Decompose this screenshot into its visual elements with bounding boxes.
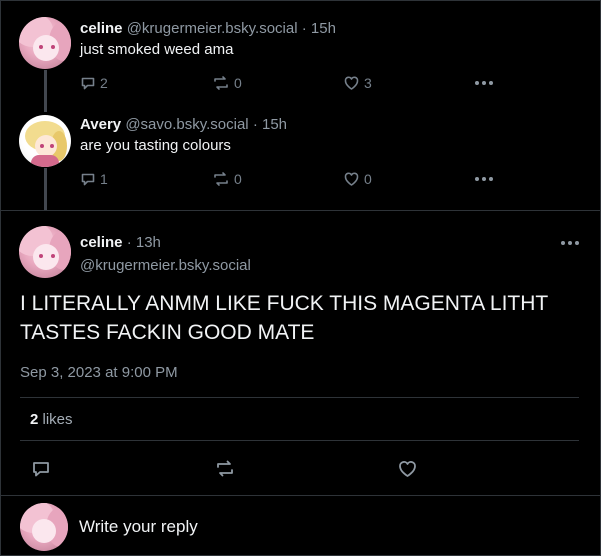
avatar-celine[interactable] (19, 17, 71, 69)
post-time[interactable]: 15h (311, 20, 336, 37)
divider (0, 210, 601, 211)
post-text: are you tasting colours (80, 137, 231, 154)
heart-icon (344, 76, 359, 90)
reply-icon (33, 462, 49, 477)
main-post-header: celine · 13h (80, 234, 161, 251)
divider (20, 397, 579, 398)
more-options-icon[interactable] (475, 177, 493, 181)
author-handle[interactable]: @krugermeier.bsky.social (127, 20, 298, 37)
repost-icon (217, 460, 233, 477)
thread-connector (44, 70, 47, 112)
heart-icon (399, 461, 416, 477)
reply-button[interactable]: 2 (80, 75, 108, 91)
divider (20, 440, 579, 441)
like-count: 0 (364, 171, 372, 187)
thread-connector (44, 168, 47, 210)
more-options-icon[interactable] (561, 241, 579, 245)
like-button[interactable]: 0 (343, 171, 372, 187)
author-name[interactable]: celine (80, 20, 123, 37)
reply-button[interactable]: 1 (80, 171, 108, 187)
author-name[interactable]: Avery (80, 116, 121, 133)
like-button[interactable] (397, 459, 418, 478)
separator: · (301, 20, 307, 37)
likes-label: likes (42, 411, 73, 428)
repost-count: 0 (234, 75, 242, 91)
separator: · (126, 234, 132, 251)
post-time[interactable]: 15h (262, 116, 287, 133)
repost-icon (214, 76, 228, 90)
post-header: celine @krugermeier.bsky.social · 15h (80, 20, 336, 37)
avatar-celine[interactable] (19, 226, 71, 278)
separator: · (252, 116, 258, 133)
like-count: 3 (364, 75, 372, 91)
avatar-avery[interactable] (19, 115, 71, 167)
heart-icon (344, 172, 359, 186)
repost-button[interactable]: 0 (212, 171, 242, 187)
my-avatar (20, 503, 68, 551)
post-header: Avery @savo.bsky.social · 15h (80, 116, 287, 133)
author-handle[interactable]: @savo.bsky.social (125, 116, 248, 133)
repost-icon (214, 172, 228, 186)
more-options-icon[interactable] (475, 81, 493, 85)
post-date: Sep 3, 2023 at 9:00 PM (20, 364, 178, 381)
reply-input[interactable]: Write your reply (79, 517, 198, 537)
reply-icon (81, 77, 95, 90)
main-post-text: I LITERALLY ANMM LIKE FUCK THIS MAGENTA … (20, 292, 548, 344)
repost-button[interactable]: 0 (212, 75, 242, 91)
post-text: just smoked weed ama (80, 41, 234, 58)
reply-icon (81, 173, 95, 186)
author-name[interactable]: celine (80, 234, 123, 251)
reply-count: 2 (100, 75, 108, 91)
author-handle[interactable]: @krugermeier.bsky.social (80, 257, 251, 274)
post-time[interactable]: 13h (136, 234, 161, 251)
repost-button[interactable] (214, 459, 236, 478)
likes-summary[interactable]: 2 likes (30, 411, 73, 428)
reply-count: 1 (100, 171, 108, 187)
reply-button[interactable] (31, 459, 51, 478)
repost-count: 0 (234, 171, 242, 187)
likes-count: 2 (30, 411, 39, 428)
like-button[interactable]: 3 (343, 75, 372, 91)
